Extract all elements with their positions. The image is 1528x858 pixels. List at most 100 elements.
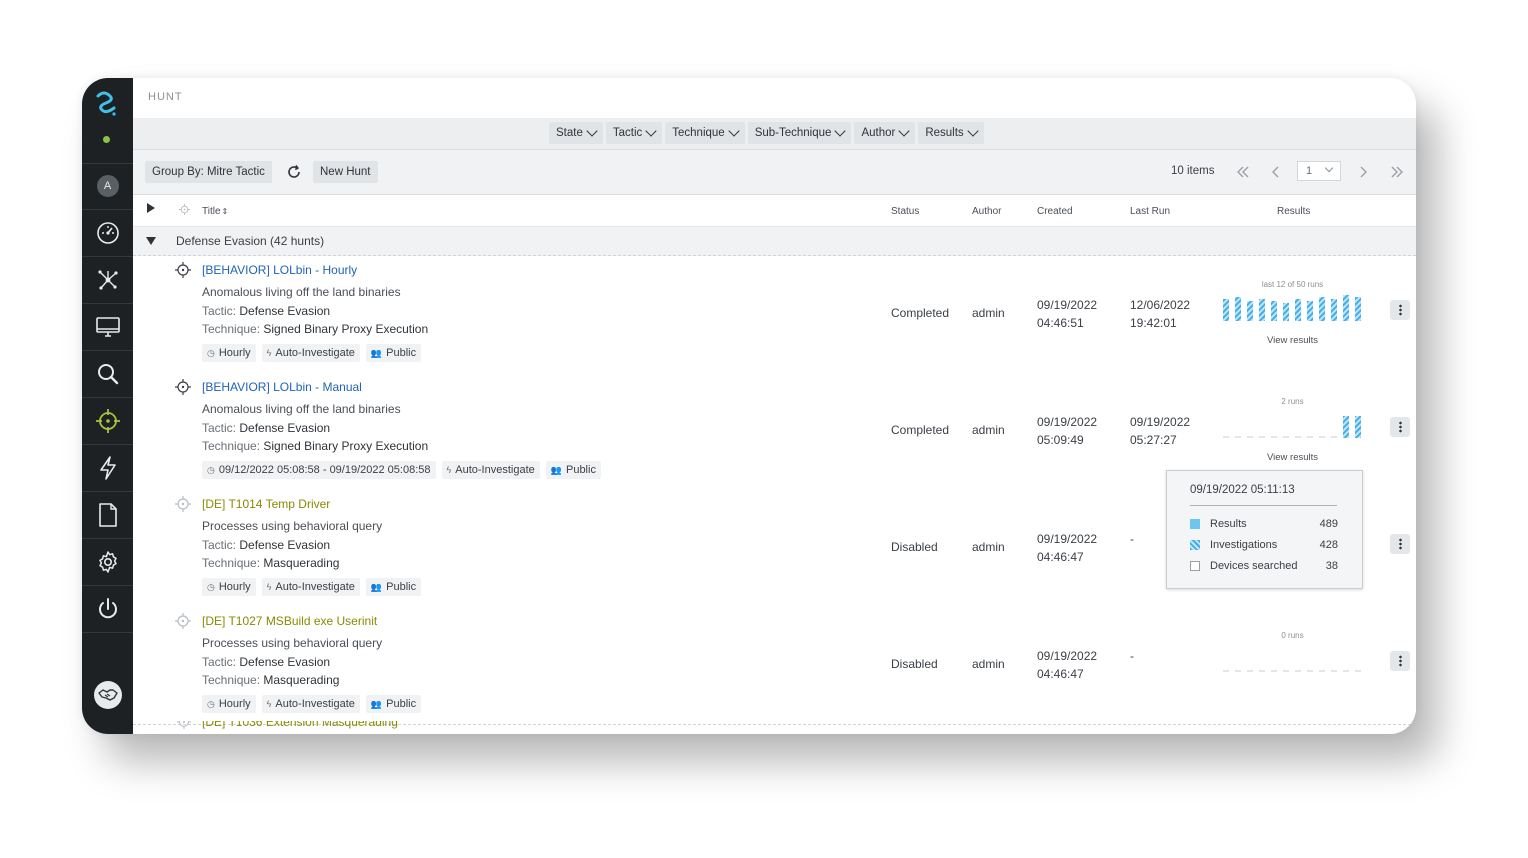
crosshair-icon[interactable] xyxy=(175,496,191,512)
hunt-technique: Technique: Masquerading xyxy=(202,673,340,687)
run-bar xyxy=(1343,295,1349,321)
tag: ϟ Auto-Investigate xyxy=(261,344,360,362)
view-results-link[interactable]: View results xyxy=(1221,452,1364,463)
sidebar-user[interactable]: A xyxy=(82,163,133,209)
run-sparkline[interactable] xyxy=(1222,295,1364,323)
expand-all-icon[interactable] xyxy=(147,203,155,213)
filter-author[interactable]: Author xyxy=(854,122,916,144)
tag: 👥 Public xyxy=(545,461,601,479)
sort-icon[interactable]: ⇕ xyxy=(222,207,229,216)
crosshair-hunt-icon[interactable] xyxy=(82,398,133,444)
run-placeholder xyxy=(1319,436,1325,438)
run-sparkline[interactable] xyxy=(1222,646,1364,674)
power-icon[interactable] xyxy=(82,586,133,632)
filter-label: Sub-Technique xyxy=(754,127,832,139)
tooltip-divider xyxy=(1190,505,1337,506)
hunt-tactic: Tactic: Defense Evasion xyxy=(202,421,331,435)
refresh-icon[interactable] xyxy=(284,162,304,182)
logo-icon[interactable] xyxy=(92,88,122,118)
hunt-last-run: 12/06/2022 19:42:01 xyxy=(1130,298,1191,330)
hunt-created: 09/19/2022 04:46:47 xyxy=(1037,649,1098,681)
run-placeholder xyxy=(1343,670,1349,672)
gear-icon[interactable] xyxy=(82,539,133,585)
graph-network-icon[interactable] xyxy=(82,257,133,303)
table-row[interactable]: [DE] T1027 MSBuild exe Userinit Processes… xyxy=(133,607,1416,725)
tag: 👥 Public xyxy=(365,578,422,596)
hunt-status: Disabled xyxy=(891,540,938,554)
tag: ϟ Auto-Investigate xyxy=(261,695,360,713)
last-page-icon[interactable] xyxy=(1388,163,1406,181)
filter-label: Author xyxy=(861,127,896,139)
filter-group: State Tactic Technique Sub-Technique Author R… xyxy=(549,122,984,144)
filter-technique[interactable]: Technique xyxy=(665,122,745,144)
hunt-title-link[interactable]: [DE] T1027 MSBuild exe Userinit xyxy=(202,614,377,628)
search-icon[interactable] xyxy=(82,351,133,397)
hunt-tags: ◷ 09/12/2022 05:08:58 - 09/19/2022 05:08:… xyxy=(202,461,601,479)
col-results[interactable]: Results xyxy=(1277,206,1310,217)
new-hunt-button[interactable]: New Hunt xyxy=(313,161,378,183)
lightning-icon[interactable] xyxy=(82,445,133,491)
col-status[interactable]: Status xyxy=(891,206,919,217)
run-placeholder xyxy=(1271,670,1277,672)
run-bar xyxy=(1331,299,1337,321)
hunt-last-run: 09/19/2022 05:27:27 xyxy=(1130,415,1191,447)
page-select[interactable]: 1 xyxy=(1297,161,1341,181)
toolbar: Group By: Mitre Tactic New Hunt 10 items… xyxy=(133,150,1416,195)
hunt-title-link[interactable]: [DE] T1036 Extension Masquerading xyxy=(202,721,398,729)
filter-state[interactable]: State xyxy=(549,122,603,144)
row-menu-button[interactable] xyxy=(1390,300,1410,320)
bolt-icon: ϟ xyxy=(266,348,272,358)
filter-tactic[interactable]: Tactic xyxy=(605,122,663,144)
crosshair-icon[interactable] xyxy=(175,613,191,629)
chevron-down-icon xyxy=(1324,163,1334,173)
group-row[interactable]: Defense Evasion (42 hunts) xyxy=(133,227,1416,256)
view-results-link[interactable]: View results xyxy=(1221,335,1364,346)
table-row[interactable]: [BEHAVIOR] LOLbin - Hourly Anomalous livi… xyxy=(133,256,1416,374)
filter-sub-technique[interactable]: Sub-Technique xyxy=(747,122,852,144)
row-menu-button[interactable] xyxy=(1390,534,1410,554)
hunt-last-run: - xyxy=(1130,532,1134,546)
results-tooltip: 09/19/2022 05:11:13 Results 489 Investig… xyxy=(1166,470,1363,589)
sidebar-divider xyxy=(82,632,133,633)
group-by-button[interactable]: Group By: Mitre Tactic xyxy=(145,161,272,183)
monitor-icon[interactable] xyxy=(82,304,133,350)
crosshair-icon[interactable] xyxy=(175,379,191,395)
row-menu-button[interactable] xyxy=(1390,417,1410,437)
filter-results[interactable]: Results xyxy=(918,122,984,144)
next-page-icon[interactable] xyxy=(1354,163,1372,181)
hunt-title-link[interactable]: [BEHAVIOR] LOLbin - Manual xyxy=(202,380,362,394)
col-title[interactable]: Title⇕ xyxy=(202,206,228,217)
run-placeholder xyxy=(1223,670,1229,672)
hunt-created: 09/19/2022 04:46:47 xyxy=(1037,532,1098,564)
crosshair-icon[interactable] xyxy=(175,262,191,278)
table-row-partial[interactable]: [DE] T1036 Extension Masquerading xyxy=(133,721,1416,734)
prev-page-icon[interactable] xyxy=(1267,163,1285,181)
kebab-icon xyxy=(1398,421,1402,433)
run-placeholder xyxy=(1235,670,1241,672)
handshake-button[interactable] xyxy=(82,672,133,718)
hunt-title-link[interactable]: [BEHAVIOR] LOLbin - Hourly xyxy=(202,263,357,277)
handshake-icon xyxy=(93,681,122,709)
hunt-title-link[interactable]: [DE] T1014 Temp Driver xyxy=(202,497,330,511)
collapse-icon[interactable] xyxy=(146,237,156,245)
run-sparkline[interactable] xyxy=(1222,412,1364,440)
hunt-description: Anomalous living off the land binaries xyxy=(202,285,401,299)
hunt-author: admin xyxy=(972,423,1005,437)
col-last-run[interactable]: Last Run xyxy=(1130,206,1170,217)
bolt-icon: ϟ xyxy=(446,465,452,475)
col-author[interactable]: Author xyxy=(972,206,1001,217)
run-bar xyxy=(1223,299,1229,321)
app-window: A HUNT State Tactic Technique Sub-Techni… xyxy=(82,78,1416,734)
col-created[interactable]: Created xyxy=(1037,206,1073,217)
run-placeholder xyxy=(1307,670,1313,672)
dashboard-icon[interactable] xyxy=(82,210,133,256)
run-placeholder xyxy=(1235,436,1241,438)
document-icon[interactable] xyxy=(82,492,133,538)
row-menu-button[interactable] xyxy=(1390,651,1410,671)
chevron-down-icon xyxy=(967,125,979,137)
investigations-swatch xyxy=(1190,540,1200,550)
hunt-tags: ◷ Hourly ϟ Auto-Investigate 👥 Public xyxy=(202,578,422,596)
hunt-tactic: Tactic: Defense Evasion xyxy=(202,538,331,552)
hunt-created: 09/19/2022 04:46:51 xyxy=(1037,298,1098,330)
first-page-icon[interactable] xyxy=(1234,163,1252,181)
